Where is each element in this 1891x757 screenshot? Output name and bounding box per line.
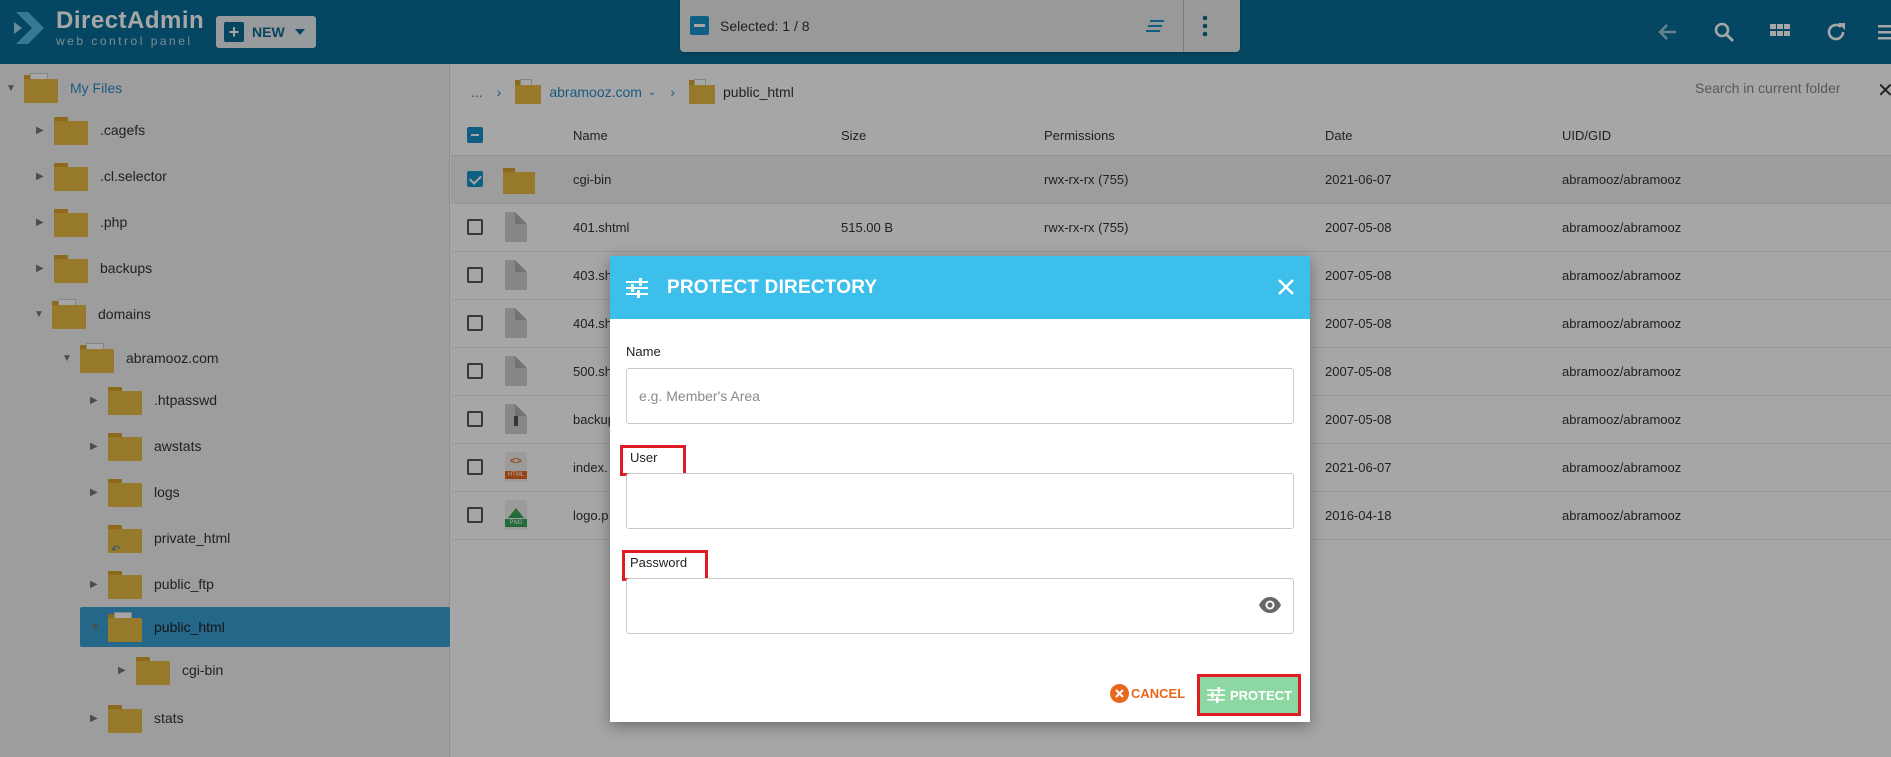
close-icon[interactable] bbox=[1275, 276, 1297, 298]
password-input[interactable] bbox=[626, 578, 1294, 634]
name-label: Name bbox=[626, 344, 661, 359]
protect-directory-dialog: PROTECT DIRECTORY Name User Password CAN… bbox=[610, 256, 1310, 722]
name-input[interactable] bbox=[626, 368, 1294, 424]
sliders-icon bbox=[626, 278, 648, 298]
eye-icon[interactable] bbox=[1258, 596, 1282, 614]
user-input[interactable] bbox=[626, 473, 1294, 529]
highlight-box-password bbox=[622, 550, 708, 581]
cancel-label: CANCEL bbox=[1131, 686, 1186, 701]
dialog-title: PROTECT DIRECTORY bbox=[667, 277, 878, 298]
highlight-box-user bbox=[620, 445, 686, 476]
highlight-box-protect bbox=[1197, 674, 1301, 716]
dialog-header: PROTECT DIRECTORY bbox=[610, 256, 1310, 319]
cancel-circle-icon bbox=[1110, 684, 1129, 703]
cancel-button[interactable]: CANCEL bbox=[1110, 684, 1185, 703]
